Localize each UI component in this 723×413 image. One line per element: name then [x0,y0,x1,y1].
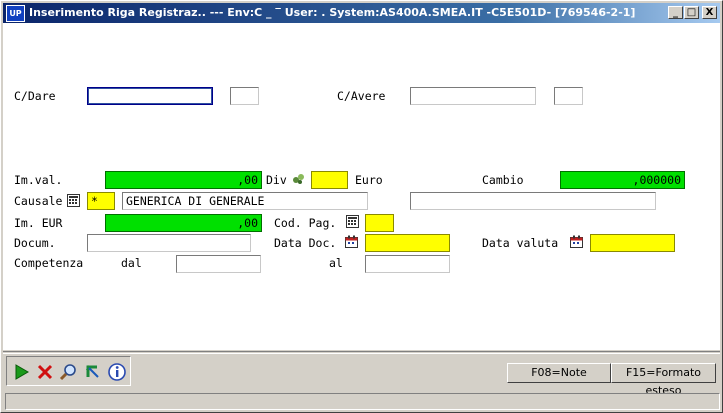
confirm-play-icon[interactable] [11,362,31,382]
competenza-label: Competenza [14,256,84,270]
c-avere-label: C/Avere [337,89,386,103]
status-bar [5,393,720,410]
causale-lookup-icon[interactable] [67,194,80,207]
minimize-button[interactable]: _ [668,6,683,19]
data-valuta-calendar-icon[interactable] [570,235,583,248]
form-area: C/Dare C/Avere Im.val. ,00 Div Euro Camb… [3,23,720,350]
docum-input[interactable] [87,234,251,252]
dal-label: dal [121,256,142,270]
causale-label: Causale [14,194,63,208]
div-label: Div [266,173,287,187]
al-label: al [329,256,343,270]
im-val-label: Im.val. [14,173,63,187]
im-eur-input[interactable]: ,00 [105,214,262,232]
data-valuta-input[interactable] [590,234,675,252]
docum-label: Docum. [14,236,56,250]
data-doc-label: Data Doc. [274,236,337,250]
im-val-input[interactable]: ,00 [105,171,262,189]
data-doc-calendar-icon[interactable] [345,235,358,248]
cambio-input[interactable]: ,000000 [560,171,685,189]
euro-label: Euro [355,173,383,187]
window-title: Inserimento Riga Registraz.. --- Env:C _… [29,6,636,19]
data-valuta-label: Data valuta [482,236,559,250]
c-dare-label: C/Dare [14,89,56,103]
button-bar: F08=Note F15=Formato esteso [3,353,720,397]
info-icon[interactable] [107,362,127,382]
c-avere-sub-input[interactable] [554,87,583,105]
cod-pag-lookup-icon[interactable] [346,215,359,228]
im-eur-label: Im. EUR [14,216,63,230]
competenza-dal-input[interactable] [176,255,261,273]
c-avere-input[interactable] [410,87,536,105]
application-window: UP Inserimento Riga Registraz.. --- Env:… [0,0,723,413]
title-bar[interactable]: UP Inserimento Riga Registraz.. --- Env:… [3,3,720,23]
f08-note-button[interactable]: F08=Note [507,363,611,383]
causale-code-input[interactable]: * [87,192,115,210]
competenza-al-input[interactable] [365,255,450,273]
cod-pag-label: Cod. Pag. [274,216,337,230]
close-button[interactable]: X [702,6,717,19]
causale-description: GENERICA DI GENERALE [122,192,368,210]
app-icon: UP [6,5,25,22]
maximize-button[interactable]: □ [684,6,699,19]
c-dare-sub-input[interactable] [230,87,259,105]
cambio-label: Cambio [482,173,524,187]
c-dare-input[interactable] [87,87,213,105]
refresh-back-icon[interactable] [83,362,103,382]
cod-pag-input[interactable] [365,214,394,232]
div-input[interactable] [311,171,348,189]
f15-formato-esteso-button[interactable]: F15=Formato esteso [611,363,716,397]
search-icon[interactable] [59,362,79,382]
cancel-x-icon[interactable] [35,362,55,382]
causale-extra-field[interactable] [410,192,656,210]
toolbar [6,356,131,386]
currency-lookup-icon[interactable] [292,172,305,185]
data-doc-input[interactable] [365,234,450,252]
